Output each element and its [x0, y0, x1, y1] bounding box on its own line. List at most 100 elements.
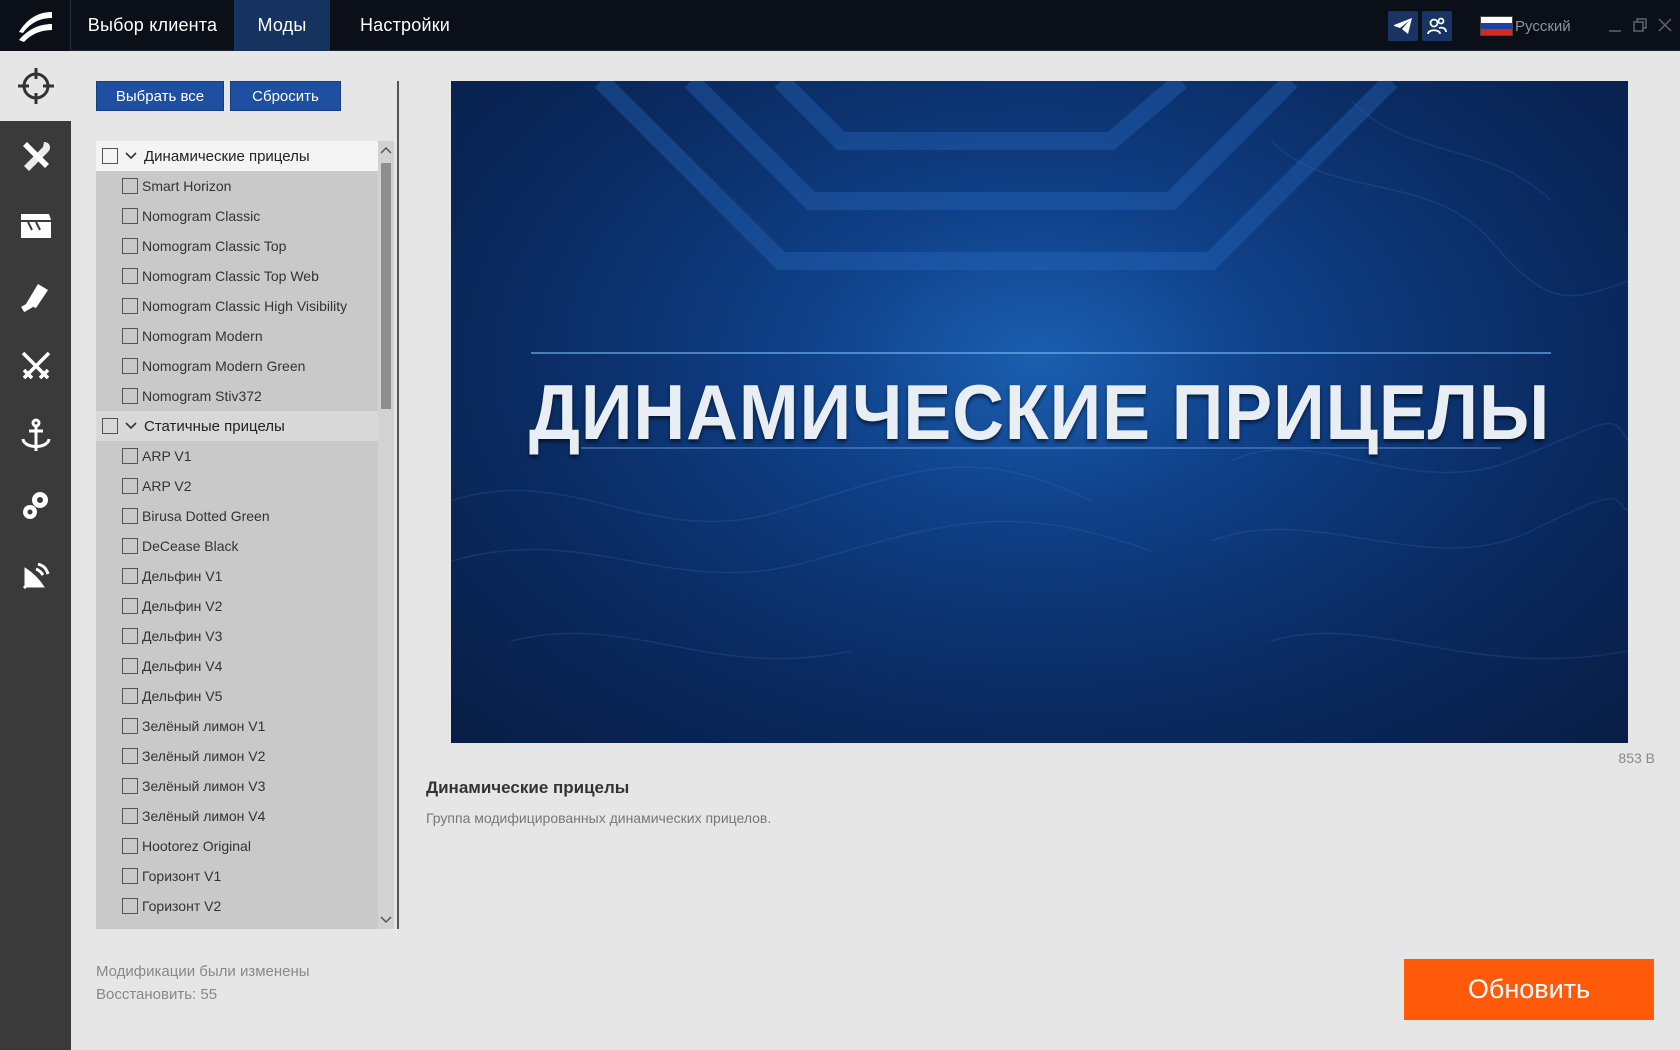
list-item[interactable]: Зелёный лимон V3: [96, 771, 378, 801]
item-label: Nomogram Modern: [142, 328, 263, 344]
list-item[interactable]: Nomogram Stiv372: [96, 381, 378, 411]
item-checkbox[interactable]: [122, 718, 138, 734]
item-checkbox[interactable]: [122, 898, 138, 914]
list-item[interactable]: Nomogram Classic Top Web: [96, 261, 378, 291]
list-item[interactable]: Дельфин V5: [96, 681, 378, 711]
group-row[interactable]: Динамические прицелы: [96, 141, 378, 171]
item-checkbox[interactable]: [122, 688, 138, 704]
list-item[interactable]: Зелёный лимон V2: [96, 741, 378, 771]
list-item[interactable]: Hootorez Original: [96, 831, 378, 861]
item-checkbox[interactable]: [122, 628, 138, 644]
item-label: Nomogram Classic Top: [142, 238, 287, 254]
item-checkbox[interactable]: [122, 178, 138, 194]
item-label: Дельфин V1: [142, 568, 223, 584]
minimize-icon[interactable]: [1604, 14, 1626, 36]
tab-settings[interactable]: Настройки: [338, 0, 472, 51]
item-checkbox[interactable]: [122, 838, 138, 854]
list-scrollbar[interactable]: [378, 141, 394, 929]
list-item[interactable]: Горизонт V2: [96, 891, 378, 921]
sidebar-item-combat[interactable]: [0, 331, 71, 401]
chevron-down-icon[interactable]: [124, 149, 138, 163]
sidebar-item-battle[interactable]: [0, 261, 71, 331]
group-label: Статичные прицелы: [144, 417, 285, 435]
sidebar-item-settings[interactable]: [0, 471, 71, 541]
group-row[interactable]: Статичные прицелы: [96, 411, 378, 441]
item-checkbox[interactable]: [122, 448, 138, 464]
item-checkbox[interactable]: [122, 238, 138, 254]
list-item[interactable]: Дельфин V2: [96, 591, 378, 621]
language-label: Русский: [1515, 17, 1571, 35]
item-checkbox[interactable]: [122, 568, 138, 584]
item-checkbox[interactable]: [122, 868, 138, 884]
item-label: Birusa Dotted Green: [142, 508, 270, 524]
community-icon[interactable]: [1422, 11, 1452, 41]
list-item[interactable]: ARP V1: [96, 441, 378, 471]
swords-icon: [21, 351, 50, 380]
item-label: DeCease Black: [142, 538, 239, 554]
item-label: Hootorez Original: [142, 838, 251, 854]
item-checkbox[interactable]: [122, 328, 138, 344]
item-label: ARP V2: [142, 478, 192, 494]
item-checkbox[interactable]: [122, 808, 138, 824]
update-button[interactable]: Обновить: [1404, 959, 1654, 1020]
file-size: 853 B: [1618, 750, 1655, 766]
list-item[interactable]: Birusa Dotted Green: [96, 501, 378, 531]
list-item[interactable]: Smart Horizon: [96, 171, 378, 201]
item-checkbox[interactable]: [122, 748, 138, 764]
scroll-down-icon[interactable]: [378, 911, 394, 929]
list-item[interactable]: Дельфин V1: [96, 561, 378, 591]
list-item[interactable]: Nomogram Modern Green: [96, 351, 378, 381]
scroll-up-icon[interactable]: [378, 141, 394, 159]
list-item[interactable]: Дельфин V4: [96, 651, 378, 681]
item-checkbox[interactable]: [122, 598, 138, 614]
preview-banner: ДИНАМИЧЕСКИЕ ПРИЦЕЛЫ: [451, 81, 1628, 743]
item-checkbox[interactable]: [122, 298, 138, 314]
item-checkbox[interactable]: [122, 478, 138, 494]
reset-button[interactable]: Сбросить: [230, 81, 341, 111]
top-bar: Выбор клиента Моды Настройки Русский: [0, 0, 1680, 51]
item-label: Nomogram Classic High Visibility: [142, 298, 348, 314]
sidebar-item-network[interactable]: [0, 541, 71, 611]
item-checkbox[interactable]: [122, 388, 138, 404]
sidebar-item-ports[interactable]: [0, 401, 71, 471]
list-item[interactable]: ARP V2: [96, 471, 378, 501]
maximize-icon[interactable]: [1629, 14, 1651, 36]
chevron-down-icon[interactable]: [124, 419, 138, 433]
item-checkbox[interactable]: [122, 538, 138, 554]
tab-mods[interactable]: Моды: [234, 0, 330, 51]
list-item[interactable]: DeCease Black: [96, 531, 378, 561]
item-checkbox[interactable]: [122, 208, 138, 224]
item-checkbox[interactable]: [122, 508, 138, 524]
clapperboard-icon: [20, 214, 51, 238]
close-icon[interactable]: [1654, 14, 1676, 36]
sidebar-item-crosshairs[interactable]: [0, 51, 71, 121]
list-item[interactable]: Дельфин V3: [96, 621, 378, 651]
telegram-icon[interactable]: [1388, 11, 1418, 41]
group-checkbox[interactable]: [102, 148, 118, 164]
list-item[interactable]: Nomogram Classic: [96, 201, 378, 231]
panel-divider: [397, 81, 399, 929]
wrench-tools-icon: [22, 142, 50, 171]
language-selector[interactable]: Русский: [1480, 15, 1571, 37]
list-item[interactable]: Горизонт V1: [96, 861, 378, 891]
app-logo: [0, 0, 71, 51]
sidebar-item-replays[interactable]: [0, 191, 71, 261]
select-all-button[interactable]: Выбрать все: [96, 81, 224, 111]
item-checkbox[interactable]: [122, 268, 138, 284]
item-checkbox[interactable]: [122, 778, 138, 794]
list-item[interactable]: Nomogram Classic High Visibility: [96, 291, 378, 321]
item-label: Зелёный лимон V1: [142, 718, 266, 734]
item-label: Зелёный лимон V3: [142, 778, 266, 794]
list-item[interactable]: Nomogram Classic Top: [96, 231, 378, 261]
list-item[interactable]: Nomogram Modern: [96, 321, 378, 351]
item-label: Nomogram Modern Green: [142, 358, 306, 374]
item-checkbox[interactable]: [122, 358, 138, 374]
sidebar-item-tools[interactable]: [0, 121, 71, 191]
scroll-thumb[interactable]: [381, 163, 391, 409]
list-item[interactable]: Зелёный лимон V4: [96, 801, 378, 831]
group-checkbox[interactable]: [102, 418, 118, 434]
item-checkbox[interactable]: [122, 658, 138, 674]
tab-client-select[interactable]: Выбор клиента: [71, 0, 234, 51]
item-label: Smart Horizon: [142, 178, 232, 194]
list-item[interactable]: Зелёный лимон V1: [96, 711, 378, 741]
